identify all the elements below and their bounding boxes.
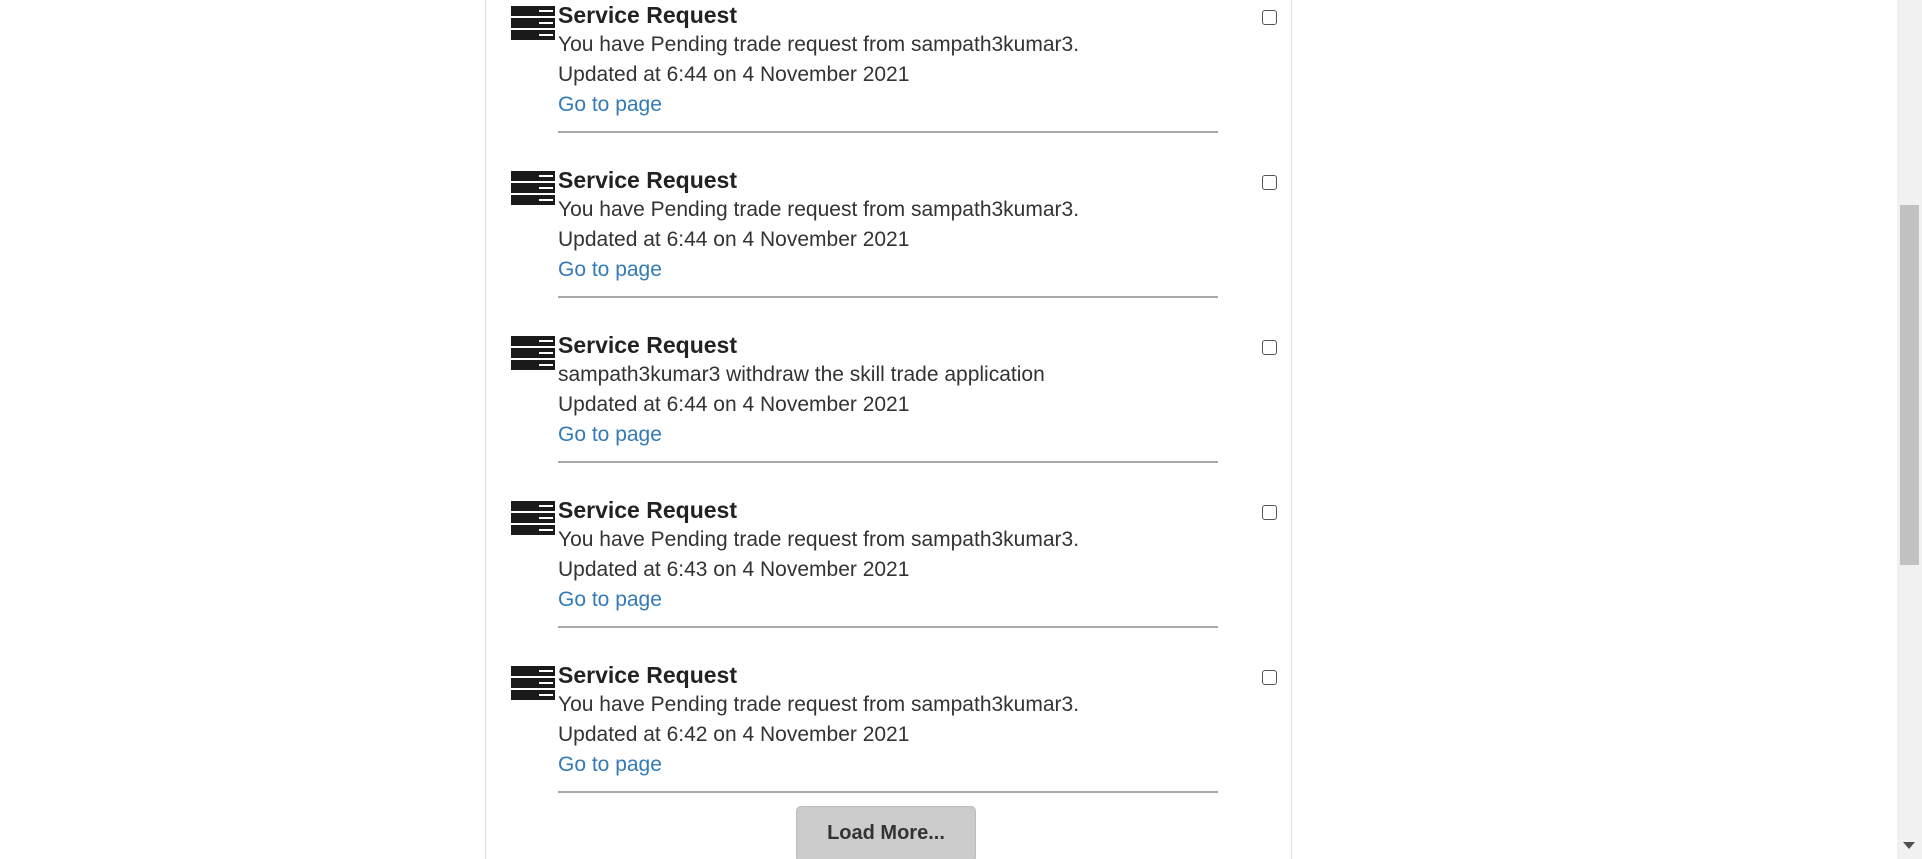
server-icon bbox=[511, 666, 555, 700]
notification-title: Service Request bbox=[558, 662, 737, 688]
notification-timestamp: Updated at 6:43 on 4 November 2021 bbox=[558, 558, 910, 581]
go-to-page-link[interactable]: Go to page bbox=[558, 585, 662, 615]
vertical-scrollbar[interactable] bbox=[1897, 0, 1922, 859]
notification-item: Service Request You have Pending trade r… bbox=[486, 161, 1291, 326]
notification-message: sampath3kumar3 withdraw the skill trade … bbox=[558, 363, 1045, 386]
notification-timestamp: Updated at 6:44 on 4 November 2021 bbox=[558, 228, 910, 251]
notification-item: Service Request You have Pending trade r… bbox=[486, 656, 1291, 821]
notification-title: Service Request bbox=[558, 2, 737, 28]
notification-body: Service Request You have Pending trade r… bbox=[558, 495, 1218, 615]
notification-checkbox[interactable] bbox=[1262, 670, 1277, 685]
notification-item: Service Request You have Pending trade r… bbox=[486, 0, 1291, 161]
server-icon bbox=[511, 6, 555, 40]
notifications-panel: Service Request You have Pending trade r… bbox=[485, 0, 1292, 859]
server-icon bbox=[511, 336, 555, 370]
go-to-page-link[interactable]: Go to page bbox=[558, 420, 662, 450]
notification-timestamp: Updated at 6:42 on 4 November 2021 bbox=[558, 723, 910, 746]
notification-title: Service Request bbox=[558, 167, 737, 193]
load-more-button[interactable]: Load More... bbox=[796, 806, 976, 859]
notification-body: Service Request You have Pending trade r… bbox=[558, 0, 1218, 120]
divider bbox=[558, 296, 1218, 298]
go-to-page-link[interactable]: Go to page bbox=[558, 750, 662, 780]
divider bbox=[558, 626, 1218, 628]
go-to-page-link[interactable]: Go to page bbox=[558, 90, 662, 120]
divider bbox=[558, 131, 1218, 133]
notification-message: You have Pending trade request from samp… bbox=[558, 528, 1080, 551]
notification-message: You have Pending trade request from samp… bbox=[558, 33, 1080, 56]
divider bbox=[558, 461, 1218, 463]
page: Service Request You have Pending trade r… bbox=[0, 0, 1922, 859]
notification-message: You have Pending trade request from samp… bbox=[558, 693, 1080, 716]
notification-message: You have Pending trade request from samp… bbox=[558, 198, 1080, 221]
notification-body: Service Request You have Pending trade r… bbox=[558, 165, 1218, 285]
server-icon bbox=[511, 171, 555, 205]
notification-checkbox[interactable] bbox=[1262, 340, 1277, 355]
notification-title: Service Request bbox=[558, 497, 737, 523]
scroll-down-arrow-icon[interactable] bbox=[1903, 842, 1915, 849]
notification-checkbox[interactable] bbox=[1262, 10, 1277, 25]
notification-timestamp: Updated at 6:44 on 4 November 2021 bbox=[558, 393, 910, 416]
notification-body: Service Request You have Pending trade r… bbox=[558, 660, 1218, 780]
divider bbox=[558, 791, 1218, 793]
scrollbar-thumb[interactable] bbox=[1900, 205, 1919, 565]
notification-checkbox[interactable] bbox=[1262, 175, 1277, 190]
notification-item: Service Request sampath3kumar3 withdraw … bbox=[486, 326, 1291, 491]
notification-item: Service Request You have Pending trade r… bbox=[486, 491, 1291, 656]
go-to-page-link[interactable]: Go to page bbox=[558, 255, 662, 285]
notification-title: Service Request bbox=[558, 332, 737, 358]
notification-body: Service Request sampath3kumar3 withdraw … bbox=[558, 330, 1218, 450]
server-icon bbox=[511, 501, 555, 535]
notification-checkbox[interactable] bbox=[1262, 505, 1277, 520]
notification-timestamp: Updated at 6:44 on 4 November 2021 bbox=[558, 63, 910, 86]
